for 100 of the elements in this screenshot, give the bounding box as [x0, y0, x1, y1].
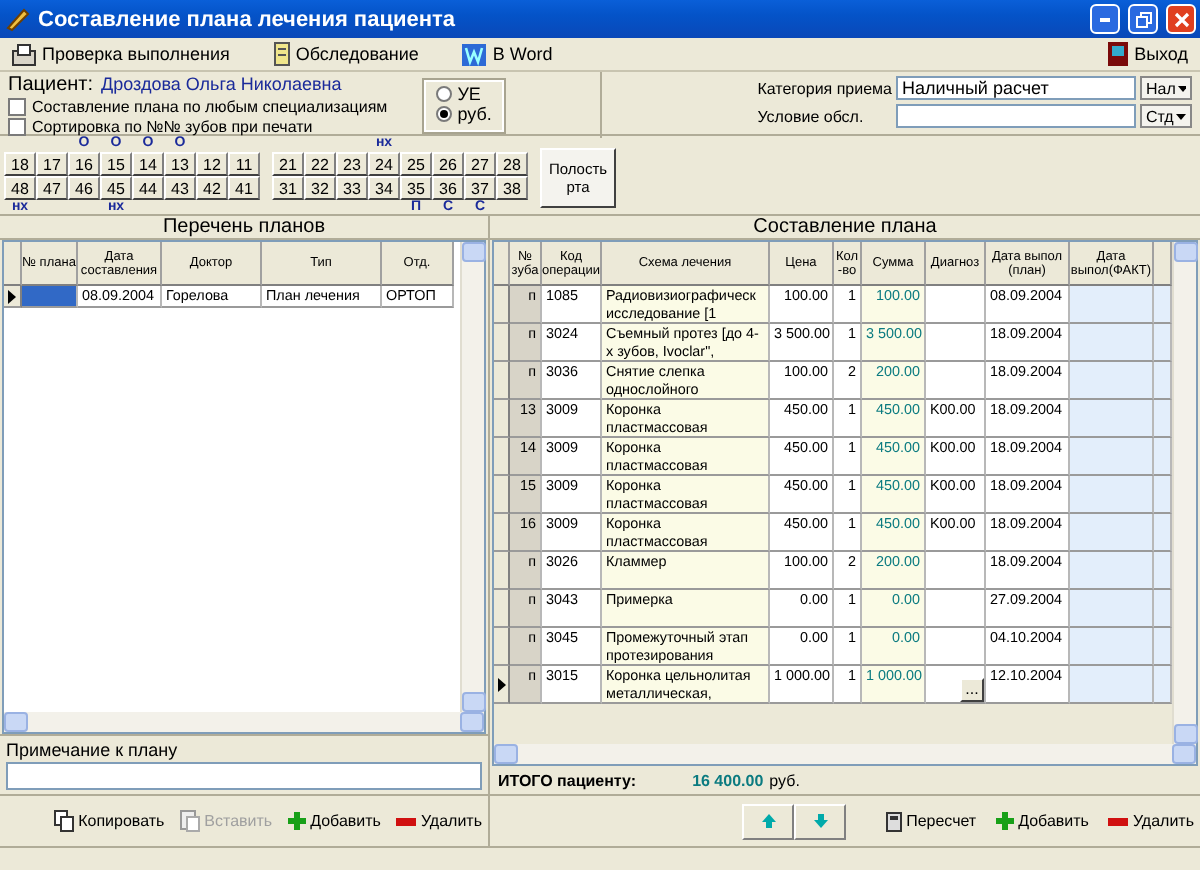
table-cell: [1070, 552, 1154, 590]
tooth-button[interactable]: 11: [228, 152, 260, 176]
action-button[interactable]: Добавить: [996, 812, 1089, 830]
plus-icon: [288, 812, 307, 830]
tooth-button[interactable]: 48: [4, 176, 36, 200]
minus-icon: [396, 817, 417, 825]
tooth-button[interactable]: 34: [368, 176, 400, 200]
tooth-button[interactable]: 46: [68, 176, 100, 200]
table-cell: [926, 362, 986, 400]
report-icon: [12, 43, 36, 65]
tooth-button[interactable]: 24: [368, 152, 400, 176]
table-cell: [1154, 514, 1172, 552]
tooth-button[interactable]: 22: [304, 152, 336, 176]
tooth-button[interactable]: 32: [304, 176, 336, 200]
tooth-button[interactable]: 12: [196, 152, 228, 176]
table-cell: [1070, 438, 1154, 476]
tooth-button[interactable]: 31: [272, 176, 304, 200]
tooth-button[interactable]: 13: [164, 152, 196, 176]
close-button[interactable]: [1166, 4, 1196, 34]
tooth-button[interactable]: 41: [228, 176, 260, 200]
move-down-button[interactable]: [794, 803, 847, 839]
toolbar-button[interactable]: Проверка выполнения: [12, 43, 230, 65]
toolbar-button[interactable]: Обследование: [273, 42, 419, 66]
horizontal-scrollbar[interactable]: [494, 744, 1196, 764]
vertical-scrollbar[interactable]: [1172, 242, 1196, 744]
category-dropdown[interactable]: Нал: [1140, 76, 1192, 100]
tooth-button[interactable]: 26: [432, 152, 464, 176]
tooth-button[interactable]: 37: [464, 176, 496, 200]
option-checkbox[interactable]: Сортировка по №№ зубов при печати: [8, 116, 388, 136]
table-cell: [1154, 590, 1172, 628]
action-button[interactable]: Удалить: [1108, 812, 1194, 830]
table-cell: [1154, 666, 1172, 704]
table-cell: [1154, 400, 1172, 438]
action-button[interactable]: Пересчет: [886, 811, 977, 831]
tooth-button[interactable]: 14: [132, 152, 164, 176]
table-cell: [1070, 362, 1154, 400]
browse-button[interactable]: ...: [960, 678, 984, 702]
vertical-scrollbar[interactable]: [460, 242, 484, 712]
close-icon: [1173, 11, 1189, 27]
window-title: Составление плана лечения пациента: [38, 7, 457, 31]
tooth-button[interactable]: 42: [196, 176, 228, 200]
table-cell: [926, 286, 986, 324]
tooth-button[interactable]: 45: [100, 176, 132, 200]
radio-button[interactable]: [435, 106, 452, 122]
exit-button[interactable]: Выход: [1108, 42, 1188, 66]
tooth-button[interactable]: 25: [400, 152, 432, 176]
horizontal-scrollbar[interactable]: [4, 712, 484, 732]
minimize-icon: [1100, 17, 1110, 21]
currency-radio[interactable]: руб.: [435, 104, 492, 124]
paste-icon: [180, 810, 201, 832]
note-field[interactable]: [6, 762, 482, 790]
table-cell: [1154, 476, 1172, 514]
total-value: 16 400.00 руб.: [692, 771, 800, 789]
minus-icon: [1108, 817, 1129, 825]
tooth-button[interactable]: 18: [4, 152, 36, 176]
tooth-button[interactable]: 15: [100, 152, 132, 176]
condition-dropdown[interactable]: Стд: [1140, 104, 1192, 128]
table-cell: [926, 590, 986, 628]
tooth-button[interactable]: 21: [272, 152, 304, 176]
checkbox[interactable]: [8, 117, 26, 135]
table-cell: [926, 552, 986, 590]
row-header[interactable]: [494, 666, 510, 704]
row-header[interactable]: [4, 286, 22, 308]
action-button[interactable]: Копировать: [54, 810, 165, 832]
table-cell: [1070, 514, 1154, 552]
tooth-button[interactable]: 35: [400, 176, 432, 200]
move-up-button[interactable]: [742, 803, 795, 839]
tooth-button[interactable]: 33: [336, 176, 368, 200]
up-arrow-icon: [761, 814, 776, 828]
note-label: Примечание к плану: [6, 740, 180, 760]
action-button[interactable]: Добавить: [288, 812, 381, 830]
table-cell: [1154, 286, 1172, 324]
currency-radio[interactable]: УЕ: [435, 84, 492, 104]
minimize-button[interactable]: [1090, 4, 1120, 34]
table-cell: [1154, 362, 1172, 400]
radio-button[interactable]: [435, 86, 452, 102]
table-cell: [1070, 666, 1154, 704]
condition-field[interactable]: [896, 104, 1136, 128]
tooth-button[interactable]: 27: [464, 152, 496, 176]
tooth-button[interactable]: 16: [68, 152, 100, 176]
tooth-button[interactable]: 36: [432, 176, 464, 200]
checkbox[interactable]: [8, 97, 26, 115]
restore-button[interactable]: [1128, 4, 1158, 34]
copy-icon: [54, 810, 75, 832]
caret-icon: [1177, 85, 1186, 91]
table-cell: [1154, 552, 1172, 590]
tooth-button[interactable]: 44: [132, 176, 164, 200]
row-pointer-icon: [497, 677, 505, 691]
toolbar-button[interactable]: В Word: [462, 43, 553, 65]
tooth-button[interactable]: 47: [36, 176, 68, 200]
tooth-button[interactable]: 38: [496, 176, 528, 200]
tooth-button[interactable]: 17: [36, 152, 68, 176]
total-label: ИТОГО пациенту:: [498, 771, 637, 789]
tooth-button[interactable]: 28: [496, 152, 528, 176]
action-button[interactable]: Удалить: [396, 812, 482, 830]
table-cell: [1154, 628, 1172, 666]
option-checkbox[interactable]: Составление плана по любым специализациям: [8, 96, 388, 116]
tooth-button[interactable]: 43: [164, 176, 196, 200]
category-field[interactable]: Наличный расчет: [896, 76, 1136, 100]
tooth-button[interactable]: 23: [336, 152, 368, 176]
